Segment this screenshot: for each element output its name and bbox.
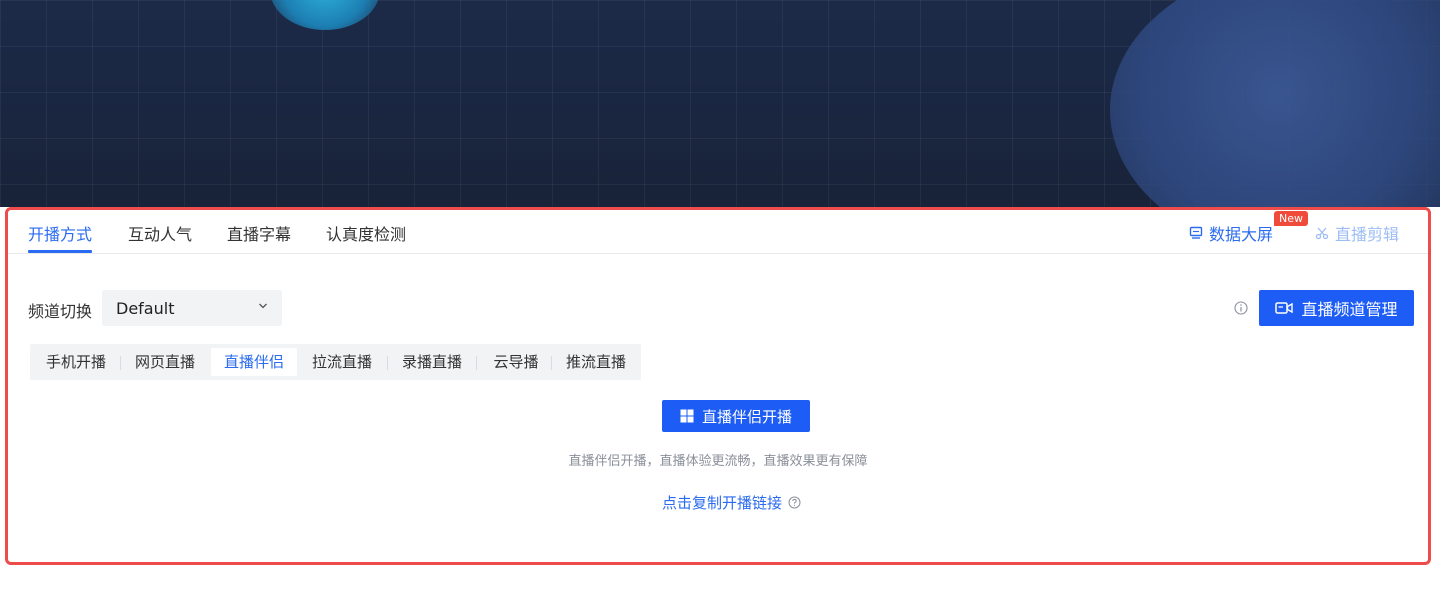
- new-badge: New: [1274, 211, 1308, 226]
- live-edit-label: 直播剪辑: [1335, 225, 1400, 244]
- channel-manage-label: 直播频道管理: [1301, 300, 1398, 319]
- divider: [120, 356, 121, 370]
- tab-bar: 开播方式 互动人气 直播字幕 认真度检测 数据大屏 New 直播剪辑: [8, 210, 1428, 254]
- windows-icon: [680, 409, 694, 423]
- help-circle-icon[interactable]: [788, 496, 801, 509]
- mode-pull-stream[interactable]: 拉流直播: [300, 348, 384, 376]
- scissors-icon: [1315, 227, 1329, 240]
- tab-start-method[interactable]: 开播方式: [28, 221, 92, 245]
- tab-subtitles[interactable]: 直播字幕: [227, 221, 291, 245]
- companion-hint-text: 直播伴侣开播，直播体验更流畅，直播效果更有保障: [568, 454, 868, 469]
- info-icon[interactable]: [1234, 301, 1248, 315]
- divider: [387, 356, 388, 370]
- copy-start-link[interactable]: 点击复制开播链接: [662, 492, 801, 513]
- mode-companion[interactable]: 直播伴侣: [211, 348, 297, 376]
- channel-select[interactable]: Default: [102, 290, 282, 326]
- channel-manage-button[interactable]: 直播频道管理: [1259, 290, 1414, 326]
- copy-start-link-label: 点击复制开播链接: [662, 494, 783, 512]
- companion-start-label: 直播伴侣开播: [701, 407, 792, 426]
- mode-push-stream[interactable]: 推流直播: [554, 348, 638, 376]
- camera-icon: [1275, 302, 1294, 314]
- mode-recorded[interactable]: 录播直播: [390, 348, 474, 376]
- banner-orb: [1110, 0, 1440, 207]
- data-screen-link[interactable]: 数据大屏: [1189, 221, 1273, 245]
- tab-interaction[interactable]: 互动人气: [128, 221, 192, 245]
- divider: [551, 356, 552, 370]
- companion-start-button[interactable]: 直播伴侣开播: [662, 400, 810, 432]
- mode-web[interactable]: 网页直播: [123, 348, 207, 376]
- live-start-panel: 开播方式 互动人气 直播字幕 认真度检测 数据大屏 New 直播剪辑 频道切换 …: [5, 207, 1431, 565]
- live-edit-link[interactable]: 直播剪辑: [1315, 221, 1399, 245]
- live-mode-tabs: 手机开播 网页直播 直播伴侣 拉流直播 录播直播 云导播 推流直播: [30, 344, 641, 380]
- mode-mobile[interactable]: 手机开播: [34, 348, 118, 376]
- channel-switch-label: 频道切换: [28, 302, 93, 321]
- data-screen-label: 数据大屏: [1209, 225, 1274, 244]
- header-banner: [0, 0, 1440, 207]
- tab-attention-check[interactable]: 认真度检测: [326, 221, 406, 245]
- mode-cloud-director[interactable]: 云导播: [479, 348, 553, 376]
- chevron-down-icon: [259, 303, 267, 309]
- active-tab-indicator: [28, 250, 92, 253]
- channel-select-value: Default: [116, 298, 175, 318]
- monitor-icon: [1189, 226, 1203, 239]
- divider: [476, 356, 477, 370]
